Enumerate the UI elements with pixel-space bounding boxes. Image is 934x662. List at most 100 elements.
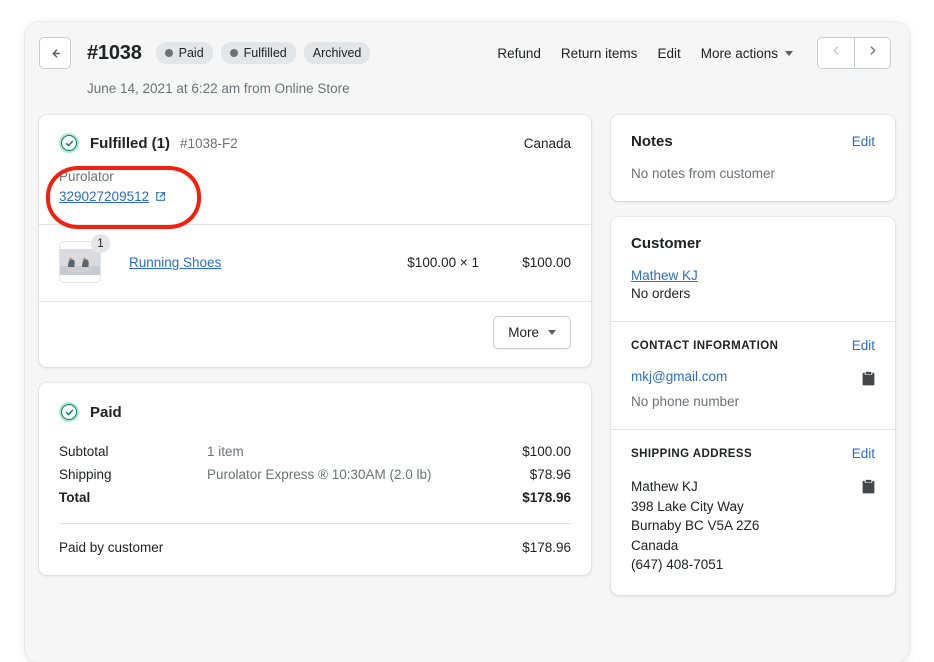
totals-value: $78.96 xyxy=(529,467,571,482)
fulfillment-card: Fulfilled (1) #1038-F2 Canada Purolator … xyxy=(39,115,591,367)
address-line: Burnaby BC V5A 2Z6 xyxy=(631,518,760,533)
fulfillment-status-title: Fulfilled (1) xyxy=(90,134,170,152)
product-name-link[interactable]: Running Shoes xyxy=(129,255,221,270)
next-order-button[interactable] xyxy=(854,38,890,68)
external-link-icon xyxy=(155,191,166,202)
contact-information-title: CONTACT INFORMATION xyxy=(631,339,779,352)
tracking-block: Purolator 329027209512 xyxy=(39,153,591,224)
previous-order-button[interactable] xyxy=(818,38,854,68)
address-row: Mathew KJ 398 Lake City Way Burnaby BC V… xyxy=(631,477,875,575)
chevron-down-icon xyxy=(785,50,793,56)
payment-status-title: Paid xyxy=(90,403,122,421)
order-timestamp: June 14, 2021 at 6:22 am from Online Sto… xyxy=(87,81,350,96)
shipping-address-header: SHIPPING ADDRESS Edit xyxy=(611,430,895,461)
customer-phone: No phone number xyxy=(631,394,740,409)
clipboard-copy-icon[interactable] xyxy=(862,371,875,386)
chevron-right-icon xyxy=(866,44,879,62)
page-title: #1038 xyxy=(87,41,142,64)
check-circle-icon xyxy=(59,402,79,422)
notes-card: Notes Edit No notes from customer xyxy=(611,115,895,201)
shipping-address-body: Mathew KJ 398 Lake City Way Burnaby BC V… xyxy=(611,461,895,595)
address-line: Canada xyxy=(631,537,679,553)
arrow-left-icon xyxy=(48,46,63,61)
notes-empty-text: No notes from customer xyxy=(631,166,776,181)
back-button[interactable] xyxy=(39,37,71,69)
tracking-number-link[interactable]: 329027209512 xyxy=(59,189,166,204)
status-badge-archived: Archived xyxy=(303,41,371,65)
badge-dot-icon xyxy=(164,49,173,57)
totals-row-total: Total $178.96 xyxy=(59,486,571,509)
product-thumbnail-wrap: 1 xyxy=(59,234,110,283)
contact-information-body: mkj@gmail.com No phone number xyxy=(611,353,895,429)
paid-by-customer-label: Paid by customer xyxy=(59,540,164,555)
address-line: Mathew KJ xyxy=(631,479,698,494)
email-row: mkj@gmail.com xyxy=(631,369,875,386)
status-badge-paid: Paid xyxy=(155,41,213,65)
contact-information-edit-link[interactable]: Edit xyxy=(852,338,875,353)
totals-description: Purolator Express ® 10:30AM (2.0 lb) xyxy=(207,467,432,482)
shipping-address-edit-link[interactable]: Edit xyxy=(852,446,875,461)
more-button[interactable]: More xyxy=(493,316,571,349)
check-circle-icon xyxy=(59,133,79,153)
chevron-left-icon xyxy=(830,44,843,62)
more-actions-button[interactable]: More actions xyxy=(691,40,803,67)
customer-order-count: No orders xyxy=(631,286,691,301)
tracking-carrier: Purolator xyxy=(59,169,114,184)
totals-description: 1 item xyxy=(207,444,244,459)
customer-body: Mathew KJ No orders xyxy=(611,252,895,321)
order-details-page: #1038 Paid Fulfilled Archived Refund Ret… xyxy=(25,22,909,662)
status-badge-label: Fulfilled xyxy=(243,45,287,60)
address-line: 398 Lake City Way xyxy=(631,498,744,514)
edit-button[interactable]: Edit xyxy=(647,40,690,67)
notes-title: Notes xyxy=(631,133,673,150)
fulfillment-actions: More xyxy=(39,302,591,367)
totals-row-shipping: Shipping Purolator Express ® 10:30AM (2.… xyxy=(59,463,571,486)
paid-by-customer-value: $178.96 xyxy=(522,540,571,555)
customer-header: Customer xyxy=(611,217,895,252)
shipping-address-title: SHIPPING ADDRESS xyxy=(631,447,753,460)
notes-edit-link[interactable]: Edit xyxy=(852,134,875,149)
totals-value: $100.00 xyxy=(522,444,571,459)
return-items-button[interactable]: Return items xyxy=(551,40,648,67)
quantity-badge: 1 xyxy=(91,234,110,253)
payment-header: Paid xyxy=(39,383,591,422)
content-area: Fulfilled (1) #1038-F2 Canada Purolator … xyxy=(25,96,909,595)
status-badge-fulfilled: Fulfilled xyxy=(220,41,296,65)
main-column: Fulfilled (1) #1038-F2 Canada Purolator … xyxy=(39,115,591,575)
notes-header: Notes Edit xyxy=(611,115,895,150)
fulfillment-header: Fulfilled (1) #1038-F2 Canada xyxy=(39,115,591,153)
more-actions-label: More actions xyxy=(700,45,778,61)
fulfillment-reference: #1038-F2 xyxy=(180,135,238,151)
customer-email-link[interactable]: mkj@gmail.com xyxy=(631,369,727,384)
badge-dot-icon xyxy=(229,49,238,57)
totals-row-subtotal: Subtotal 1 item $100.00 xyxy=(59,440,571,463)
status-badges: Paid Fulfilled Archived xyxy=(155,41,371,65)
clipboard-copy-icon[interactable] xyxy=(862,479,875,494)
more-button-label: More xyxy=(508,325,539,340)
totals-value: $178.96 xyxy=(522,490,571,505)
paid-by-customer-row: Paid by customer $178.96 xyxy=(39,524,591,575)
totals-label: Total xyxy=(59,490,91,505)
totals-label: Subtotal xyxy=(59,444,109,459)
tracking-number-label: 329027209512 xyxy=(59,189,150,204)
header-row: #1038 Paid Fulfilled Archived Refund Ret… xyxy=(39,36,891,70)
order-totals: Subtotal 1 item $100.00 Shipping Purolat… xyxy=(39,422,591,509)
line-item-total: $100.00 xyxy=(522,254,571,270)
line-item-row: 1 Running Shoes $100.00 × 1 $100.00 xyxy=(39,225,591,301)
customer-card: Customer Mathew KJ No orders CONTACT INF… xyxy=(611,217,895,595)
fulfillment-location: Canada xyxy=(523,135,571,151)
payment-card: Paid Subtotal 1 item $100.00 Shipping Pu… xyxy=(39,383,591,575)
header-actions: Refund Return items Edit More actions xyxy=(487,37,891,69)
refund-button[interactable]: Refund xyxy=(487,40,551,67)
status-badge-label: Paid xyxy=(178,45,204,60)
customer-name-link[interactable]: Mathew KJ xyxy=(631,268,698,283)
side-column: Notes Edit No notes from customer Custom… xyxy=(611,115,895,595)
status-badge-label: Archived xyxy=(312,45,362,60)
address-line: (647) 408-7051 xyxy=(631,557,724,572)
line-item-unit-price: $100.00 × 1 xyxy=(407,254,479,270)
customer-title: Customer xyxy=(631,235,702,252)
chevron-down-icon xyxy=(548,330,556,335)
contact-information-header: CONTACT INFORMATION Edit xyxy=(611,322,895,353)
totals-label: Shipping xyxy=(59,467,112,482)
order-header: #1038 Paid Fulfilled Archived Refund Ret… xyxy=(25,22,909,96)
